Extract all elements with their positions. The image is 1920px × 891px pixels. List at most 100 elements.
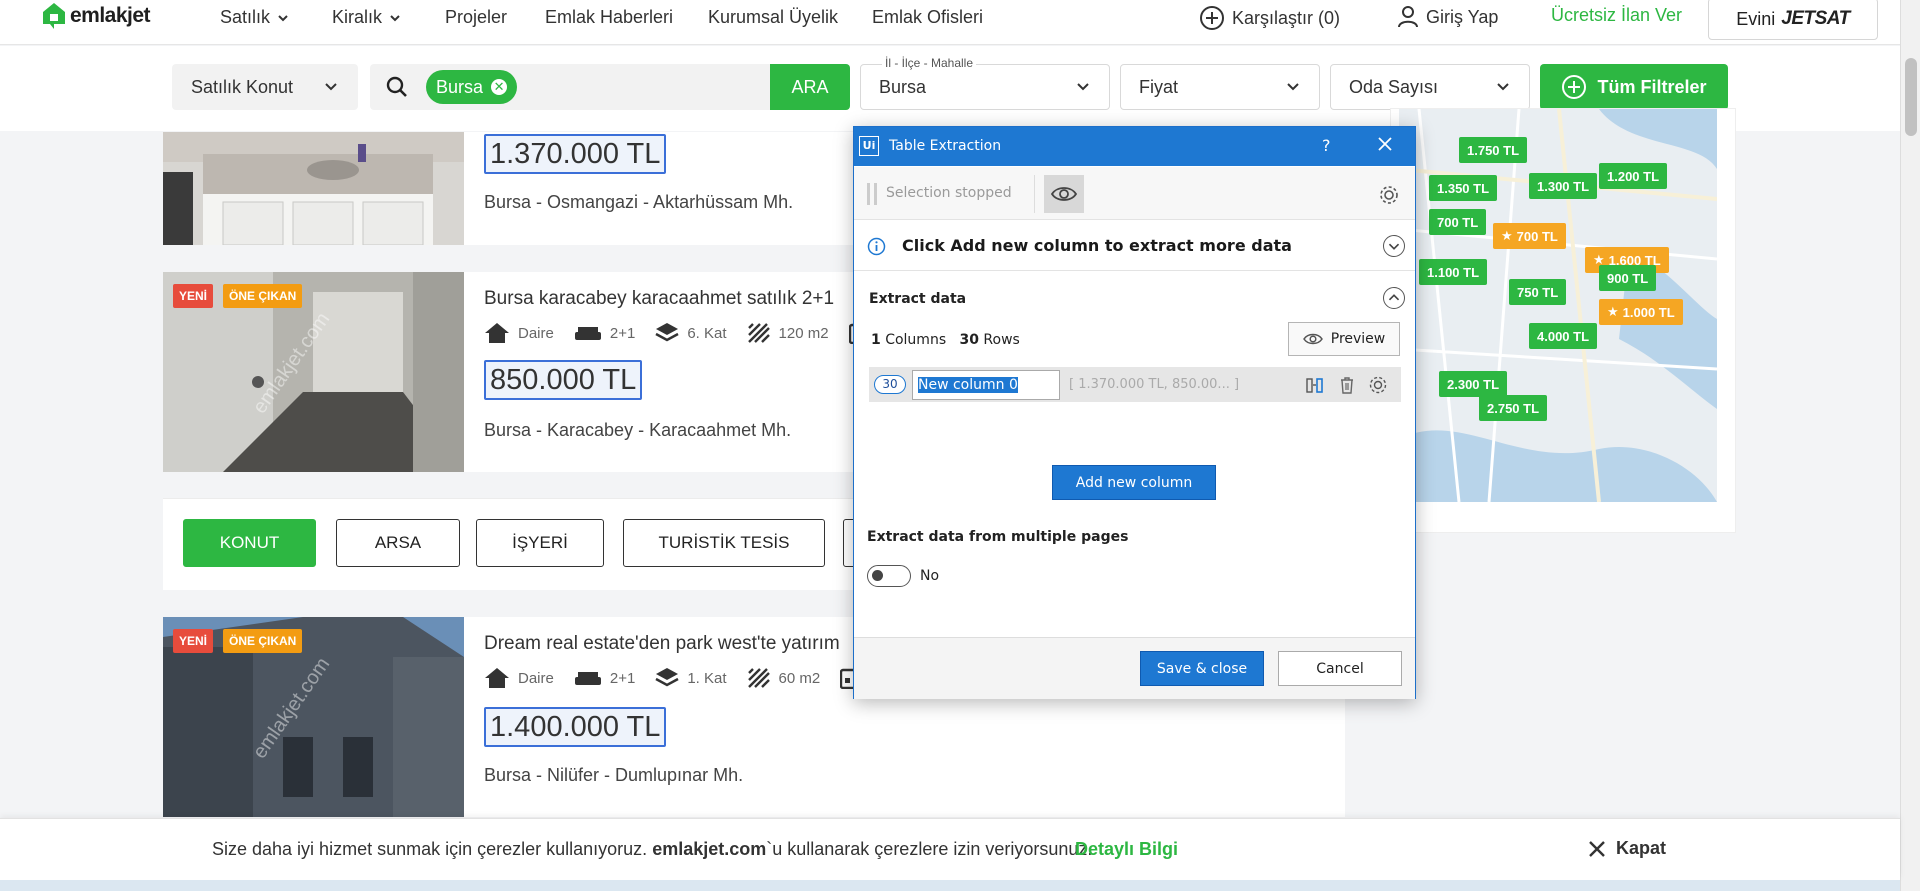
chevron-up-icon[interactable] (1383, 287, 1405, 309)
chevron-down-icon (1077, 83, 1089, 91)
search-button[interactable]: ARA (770, 64, 850, 110)
cookie-close-button[interactable]: Kapat (1588, 838, 1666, 859)
nav-emlak-ofisleri-label: Emlak Ofisleri (872, 7, 984, 27)
listing-location: Bursa - Nilüfer - Dumlupınar Mh. (484, 765, 744, 785)
chevron-down-icon (1287, 83, 1299, 91)
highlight-toggle-button[interactable] (1044, 175, 1084, 213)
meta-rooms-label: 2+1 (609, 669, 636, 687)
close-icon[interactable] (1374, 133, 1396, 155)
column-sample-values: [ 1.370.000 TL, 850.00... ] (1069, 377, 1240, 392)
listing-meta: Daire 2+1 6. Kat 120 m2 (484, 322, 871, 344)
preview-button[interactable]: Preview (1288, 322, 1400, 356)
cookie-details-link[interactable]: Detaylı Bilgi (1075, 839, 1178, 860)
nav-satilik[interactable]: Satılık (220, 7, 290, 28)
listing-title[interactable]: Bursa karacabey karacaahmet satılık 2+1 (484, 288, 834, 310)
category-turistik-tesis-button[interactable]: TURİSTİK TESİS (623, 519, 825, 567)
compare-link[interactable]: Karşılaştır (0) (1199, 5, 1340, 31)
free-listing-link[interactable]: Ücretsiz İlan Ver (1551, 5, 1682, 26)
gear-icon[interactable] (1368, 375, 1388, 395)
meta-area: 60 m2 (747, 667, 821, 689)
table-counts: 1 Columns 30 Rows (871, 332, 1020, 348)
rooms-select-value: Oda Sayısı (1349, 76, 1439, 97)
map-price-pin[interactable]: 1.100 TL (1419, 259, 1488, 285)
listing-title[interactable]: Dream real estate'den park west'te yatır… (484, 633, 840, 655)
free-listing-label: Ücretsiz İlan Ver (1551, 5, 1683, 25)
chevron-down-icon (278, 14, 288, 21)
column-name-input[interactable]: New column 0 (912, 370, 1060, 400)
category-arsa-button[interactable]: ARSA (336, 519, 460, 567)
trash-icon[interactable] (1337, 375, 1357, 395)
eye-icon (1302, 333, 1323, 345)
location-chip[interactable]: Bursa ✕ (426, 70, 518, 104)
meta-rooms: 2+1 (574, 323, 635, 343)
gear-icon[interactable] (1378, 184, 1400, 206)
rooms-select[interactable]: Oda Sayısı (1330, 64, 1530, 110)
category-konut-button[interactable]: KONUT (183, 519, 316, 567)
map-price-pin[interactable]: 900 TL (1599, 265, 1657, 291)
listing-photo[interactable] (163, 132, 464, 245)
map-pin-label: 1.100 TL (1427, 264, 1480, 280)
map-price-pin[interactable]: 1.300 TL (1529, 173, 1598, 199)
meta-area-label: 60 m2 (778, 669, 821, 687)
location-select[interactable]: Bursa (860, 64, 1110, 110)
preview-label: Preview (1330, 331, 1386, 347)
save-and-close-button[interactable]: Save & close (1140, 651, 1264, 686)
column-name-value: New column 0 (918, 377, 1018, 393)
jetsat-logo: JETSAT (1781, 8, 1850, 29)
map-price-pin[interactable]: 1.350 TL (1429, 175, 1498, 201)
map-price-pin[interactable]: 4.000 TL (1529, 323, 1598, 349)
sofa-icon (574, 327, 601, 340)
select-column-icon[interactable] (1305, 375, 1325, 395)
dialog-titlebar[interactable]: Ui Table Extraction ? (854, 127, 1415, 166)
nav-emlak-haberleri[interactable]: Emlak Haberleri (545, 7, 673, 28)
close-icon[interactable]: ✕ (491, 79, 508, 95)
scrollbar-thumb[interactable] (1905, 58, 1917, 136)
cancel-button[interactable]: Cancel (1278, 651, 1402, 686)
meta-rooms: 2+1 (574, 668, 635, 688)
all-filters-button[interactable]: Tüm Filtreler (1540, 64, 1728, 110)
listing-price: 1.400.000 TL (484, 707, 667, 747)
map-price-pin[interactable]: 1.750 TL (1459, 137, 1528, 163)
price-select[interactable]: Fiyat (1120, 64, 1320, 110)
plus-circle-icon (1200, 6, 1224, 30)
nav-projeler[interactable]: Projeler (445, 7, 507, 28)
multiple-pages-toggle[interactable] (867, 565, 911, 587)
map-price-pin-featured[interactable]: ★ 700 TL (1493, 223, 1566, 249)
map-price-pin-featured[interactable]: ★ 1.000 TL (1599, 299, 1683, 325)
multiple-pages-toggle-label: No (920, 568, 940, 584)
login-link[interactable]: Giriş Yap (1397, 5, 1498, 29)
map-price-pin[interactable]: 2.300 TL (1439, 371, 1508, 397)
chevron-down-icon[interactable] (1383, 235, 1405, 257)
category-select-value: Satılık Konut (191, 76, 294, 97)
add-new-column-button[interactable]: Add new column (1052, 465, 1216, 500)
cookie-message: Size daha iyi hizmet sunmak için çerezle… (212, 839, 1092, 860)
dialog-toolbar: Selection stopped (854, 167, 1415, 220)
jetsat-button[interactable]: Evini JETSAT (1708, 0, 1878, 40)
page-scrollbar[interactable] (1900, 0, 1920, 891)
map-price-pin[interactable]: 1.200 TL (1599, 163, 1668, 189)
search-input[interactable]: Bursa ✕ (370, 64, 770, 110)
category-isyeri-button[interactable]: İŞYERİ (476, 519, 604, 567)
map-pin-label: 900 TL (1607, 270, 1649, 286)
help-button[interactable]: ? (1322, 136, 1331, 155)
login-label: Giriş Yap (1426, 6, 1499, 27)
close-icon (1589, 840, 1605, 857)
nav-emlak-ofisleri[interactable]: Emlak Ofisleri (872, 7, 983, 28)
chevron-down-icon (390, 14, 400, 21)
nav-kurumsal-uyelik[interactable]: Kurumsal Üyelik (708, 7, 838, 28)
toggle-knob (872, 570, 883, 581)
all-filters-label: Tüm Filtreler (1597, 76, 1707, 97)
multiple-pages-heading: Extract data from multiple pages (867, 529, 1129, 545)
map-price-pin[interactable]: 750 TL (1509, 279, 1567, 305)
emlakjet-logo[interactable]: emlakjet (42, 2, 151, 30)
location-select-value: Bursa (879, 76, 927, 97)
map[interactable]: 1.750 TL 1.350 TL 1.300 TL 1.200 TL 700 … (1399, 109, 1717, 502)
map-price-pin[interactable]: 2.750 TL (1479, 395, 1548, 421)
listing-location: Bursa - Osmangazi - Aktarhüssam Mh. (484, 192, 794, 212)
star-icon: ★ (1501, 228, 1513, 243)
category-select[interactable]: Satılık Konut (172, 64, 358, 110)
nav-kiralik[interactable]: Kiralık (332, 7, 402, 28)
map-price-pin[interactable]: 700 TL (1429, 209, 1487, 235)
listing-location: Bursa - Karacabey - Karacaahmet Mh. (484, 420, 792, 440)
meta-type-label: Daire (518, 669, 554, 687)
